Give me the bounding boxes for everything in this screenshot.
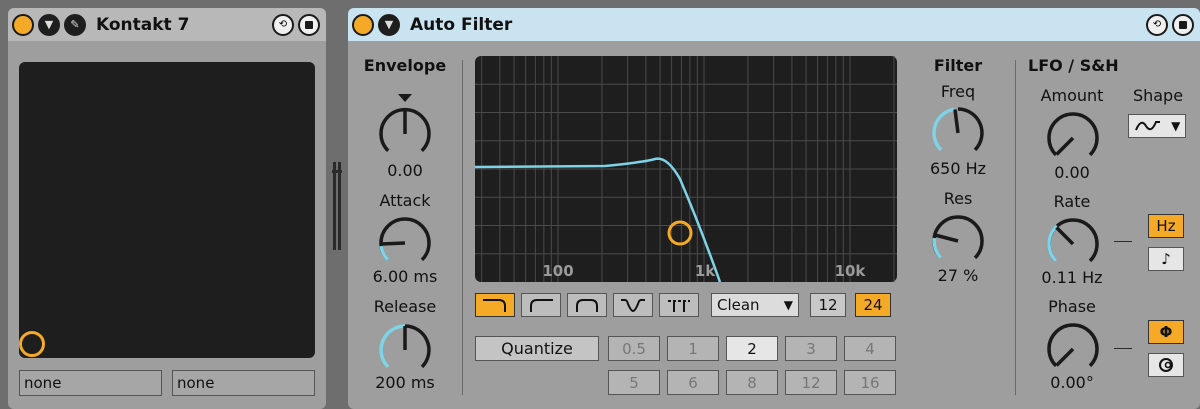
kontakt-power-icon[interactable] xyxy=(12,13,34,36)
attack-knob[interactable] xyxy=(375,213,435,273)
lfo-shape-select[interactable]: ▼ xyxy=(1128,114,1186,138)
kontakt-title-bar: ▼ ✎ Kontakt 7 ⟲ xyxy=(8,8,326,41)
quantize-button[interactable]: Quantize xyxy=(475,336,599,361)
morph-icon xyxy=(668,300,690,312)
filter-type-notch[interactable] xyxy=(613,293,653,317)
auto-filter-fold-icon[interactable]: ▼ xyxy=(378,13,400,36)
lfo-phase-mode-button[interactable]: Φ xyxy=(1148,320,1184,344)
auto-filter-save-icon[interactable] xyxy=(1172,13,1194,36)
circuit-type-value: Clean xyxy=(717,296,760,314)
freq-label-1k: 1k xyxy=(695,262,716,280)
quantize-value-6[interactable]: 6 xyxy=(667,370,719,395)
lfo-amount-label: Amount xyxy=(1040,86,1104,105)
lfo-rate-value: 0.11 Hz xyxy=(1041,268,1103,287)
kontakt-x-param-field[interactable]: none xyxy=(19,370,162,396)
lfo-amount-knob[interactable] xyxy=(1043,108,1103,168)
lfo-amount-value: 0.00 xyxy=(1054,163,1090,182)
quantize-value-8[interactable]: 8 xyxy=(726,370,778,395)
auto-filter-hotswap-icon[interactable]: ⟲ xyxy=(1146,13,1168,36)
lfo-shape-label: Shape xyxy=(1132,86,1184,105)
filter-response-graph[interactable]: 100 1k 10k xyxy=(475,56,897,282)
kontakt-save-icon[interactable] xyxy=(298,13,320,36)
slope-12-button[interactable]: 12 xyxy=(810,293,846,317)
chevron-down-icon: ▼ xyxy=(783,298,793,312)
auto-filter-title: Auto Filter xyxy=(410,14,513,35)
res-knob[interactable] xyxy=(928,211,988,271)
freq-label: Freq xyxy=(940,82,976,101)
lfo-phase-value: 0.00° xyxy=(1050,373,1094,392)
envelope-heading: Envelope xyxy=(363,56,447,75)
spin-icon xyxy=(1159,358,1173,372)
quantize-value-1[interactable]: 1 xyxy=(667,336,719,361)
release-knob[interactable] xyxy=(375,320,435,380)
kontakt-y-param-field[interactable]: none xyxy=(172,370,315,396)
rate-connector-line xyxy=(1114,241,1132,242)
filter-type-bandpass[interactable] xyxy=(567,293,607,317)
chevron-down-icon: ▼ xyxy=(1171,119,1181,133)
quantize-value-0.5[interactable]: 0.5 xyxy=(608,336,660,361)
filter-type-highpass[interactable] xyxy=(521,293,561,317)
kontakt-device: ▼ ✎ Kontakt 7 ⟲ none none xyxy=(8,8,326,409)
attack-value: 6.00 ms xyxy=(372,267,438,286)
quantize-value-3[interactable]: 3 xyxy=(785,336,837,361)
lfo-heading: LFO / S&H xyxy=(1028,56,1119,75)
lfo-rate-label: Rate xyxy=(1053,192,1091,211)
lowpass-icon xyxy=(483,299,506,312)
quantize-value-12[interactable]: 12 xyxy=(785,370,837,395)
kontakt-fold-icon[interactable]: ▼ xyxy=(38,13,60,36)
release-value: 200 ms xyxy=(375,373,435,392)
phi-icon: Φ xyxy=(1159,323,1173,341)
lfo-rate-knob[interactable] xyxy=(1043,214,1103,274)
kontakt-xy-handle[interactable] xyxy=(19,331,45,357)
res-label: Res xyxy=(943,189,973,208)
note-icon: ♪ xyxy=(1161,250,1171,268)
device-chain-splitter[interactable] xyxy=(332,162,342,250)
lfo-spin-mode-button[interactable] xyxy=(1148,353,1184,377)
kontakt-title: Kontakt 7 xyxy=(96,14,190,35)
freq-label-10k: 10k xyxy=(835,262,867,280)
quantize-value-4[interactable]: 4 xyxy=(844,336,896,361)
lfo-sync-button[interactable]: ♪ xyxy=(1148,247,1184,271)
lfo-phase-knob[interactable] xyxy=(1043,319,1103,379)
slope-24-button[interactable]: 24 xyxy=(855,293,891,317)
phase-connector-line xyxy=(1114,348,1132,349)
quantize-value-5[interactable]: 5 xyxy=(608,370,660,395)
notch-icon xyxy=(621,299,645,313)
freq-knob[interactable] xyxy=(928,103,988,163)
bandpass-icon xyxy=(576,299,598,312)
lfo-phase-label: Phase xyxy=(1048,297,1096,316)
res-value: 27 % xyxy=(937,266,979,285)
kontakt-xy-pad[interactable] xyxy=(19,62,315,358)
envelope-amount-knob[interactable] xyxy=(374,91,436,161)
kontakt-wrench-icon[interactable]: ✎ xyxy=(64,13,86,36)
highpass-icon xyxy=(530,299,553,312)
freq-label-100: 100 xyxy=(542,262,573,280)
sine-wave-icon xyxy=(1134,121,1160,131)
lfo-hz-button[interactable]: Hz xyxy=(1148,214,1184,238)
kontakt-hotswap-icon[interactable]: ⟲ xyxy=(272,13,294,36)
filter-type-morph[interactable] xyxy=(659,293,699,317)
quantize-value-16[interactable]: 16 xyxy=(844,370,896,395)
section-divider xyxy=(462,60,463,395)
section-divider-lfo xyxy=(1015,60,1016,395)
filter-heading: Filter xyxy=(933,56,983,75)
filter-type-lowpass[interactable] xyxy=(475,293,515,317)
auto-filter-device: ▼ Auto Filter ⟲ Envelope 0.00 Attack 6.0… xyxy=(348,8,1200,409)
release-label: Release xyxy=(373,297,437,316)
quantize-value-2[interactable]: 2 xyxy=(726,336,778,361)
attack-label: Attack xyxy=(379,191,431,210)
auto-filter-title-bar: ▼ Auto Filter ⟲ xyxy=(348,8,1200,41)
auto-filter-power-icon[interactable] xyxy=(352,13,374,36)
envelope-amount-value: 0.00 xyxy=(387,161,423,180)
freq-value: 650 Hz xyxy=(929,159,987,178)
circuit-type-select[interactable]: Clean ▼ xyxy=(711,293,799,317)
